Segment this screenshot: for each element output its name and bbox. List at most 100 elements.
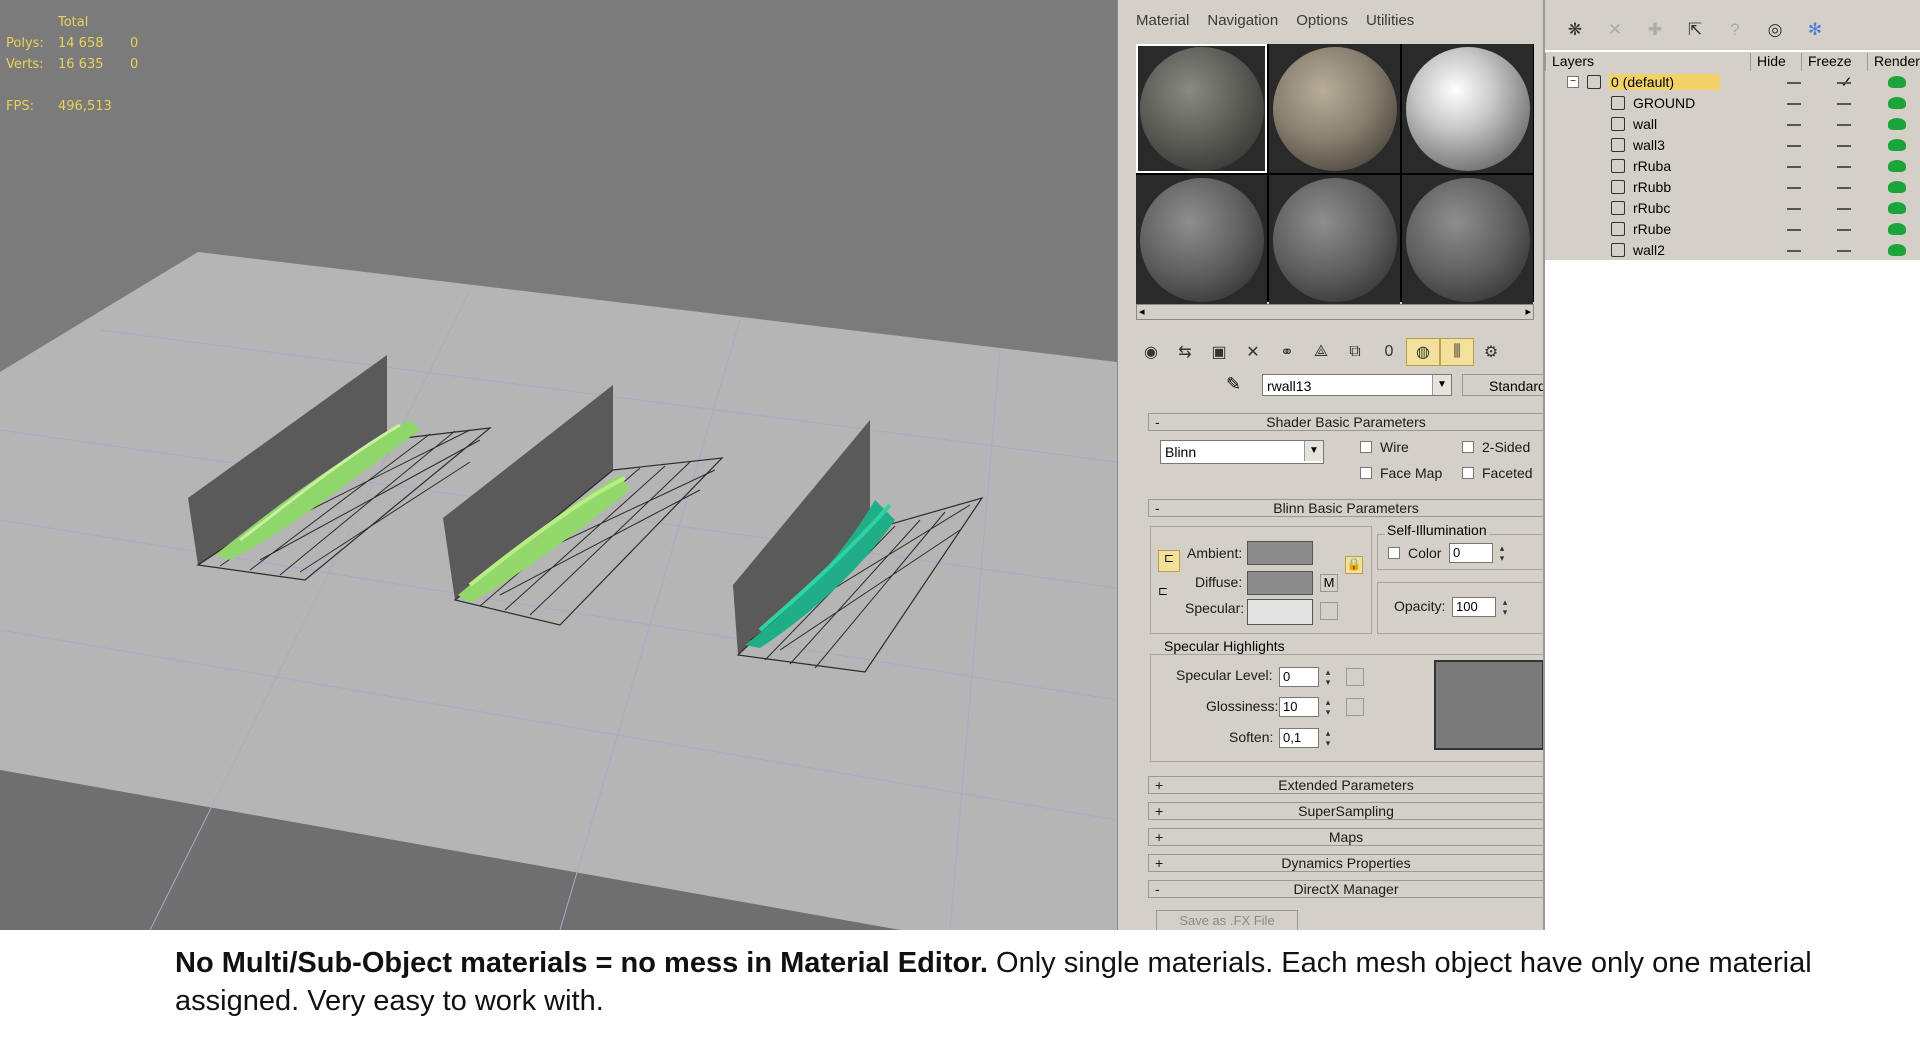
freeze-toggle[interactable]	[1837, 250, 1851, 252]
hide-toggle[interactable]	[1787, 124, 1801, 126]
object-row[interactable]: rRubb	[1545, 177, 1920, 198]
freeze-toggle[interactable]	[1837, 82, 1851, 84]
hide-toggle[interactable]	[1787, 187, 1801, 189]
sample-slot-2[interactable]	[1269, 44, 1400, 173]
render-teapot-icon[interactable]	[1888, 160, 1906, 172]
layer-row-default[interactable]: − 0 (default) ✓	[1545, 72, 1920, 93]
hide-toggle[interactable]	[1787, 103, 1801, 105]
material-name-field[interactable]: rwall13 ▼	[1262, 374, 1452, 396]
faceted-checkbox[interactable]	[1462, 467, 1474, 479]
material-effects-channel-icon[interactable]: ⧉	[1338, 338, 1372, 366]
diffuse-map-button[interactable]: M	[1320, 574, 1338, 592]
ambient-color-swatch[interactable]	[1247, 541, 1313, 565]
soften-spinner[interactable]: 0,1	[1279, 728, 1334, 749]
object-row[interactable]: rRuba	[1545, 156, 1920, 177]
material-editor-titlebar[interactable]	[1118, 0, 1544, 8]
assign-to-selection-icon[interactable]: ▣	[1202, 338, 1236, 366]
freeze-toggle[interactable]	[1837, 124, 1851, 126]
supersampling-rollout[interactable]: + SuperSampling	[1148, 802, 1544, 820]
freeze-toggle[interactable]	[1837, 103, 1851, 105]
object-row[interactable]: GROUND	[1545, 93, 1920, 114]
hide-toggle[interactable]	[1787, 145, 1801, 147]
create-layer-icon[interactable]: ❋	[1555, 10, 1595, 50]
hide-toggle[interactable]	[1787, 166, 1801, 168]
freeze-toggle[interactable]	[1837, 229, 1851, 231]
hide-toggle[interactable]	[1787, 208, 1801, 210]
select-objects-icon[interactable]: ⇱	[1675, 10, 1715, 50]
render-teapot-icon[interactable]	[1888, 139, 1906, 151]
put-to-scene-icon[interactable]: ⇆	[1168, 338, 1202, 366]
lock-icon[interactable]: 🔒	[1345, 556, 1363, 574]
material-type-button[interactable]: Standard	[1462, 374, 1544, 396]
render-teapot-icon[interactable]	[1888, 223, 1906, 235]
perspective-viewport[interactable]: Total Polys: 14 658 0 Verts: 16 635 0 FPS: 49…	[0, 0, 1117, 930]
object-row[interactable]: rRubc	[1545, 198, 1920, 219]
hide-column-header[interactable]: Hide	[1750, 53, 1786, 71]
lock-ambient-diffuse-icon[interactable]: ⊏	[1158, 550, 1180, 572]
help-icon[interactable]: ?	[1715, 10, 1755, 50]
render-teapot-icon[interactable]	[1888, 202, 1906, 214]
get-material-icon[interactable]: ◉	[1134, 338, 1168, 366]
menu-options[interactable]: Options	[1278, 12, 1348, 34]
show-end-result-icon[interactable]: ⫼	[1440, 338, 1474, 366]
self-illum-value-spinner[interactable]: 0	[1449, 543, 1508, 564]
render-teapot-icon[interactable]	[1888, 118, 1906, 130]
layer-manager-titlebar[interactable]	[1545, 0, 1920, 10]
render-column-header[interactable]: Render	[1867, 53, 1920, 71]
extended-parameters-rollout[interactable]: + Extended Parameters	[1148, 776, 1544, 794]
object-row[interactable]: wall3	[1545, 135, 1920, 156]
object-row[interactable]: wall	[1545, 114, 1920, 135]
glossiness-map-button[interactable]	[1346, 698, 1364, 716]
chevron-down-icon[interactable]: ▼	[1432, 375, 1451, 395]
lock-diffuse-specular-icon[interactable]: ⊏	[1158, 584, 1176, 608]
self-illum-color-checkbox[interactable]	[1388, 547, 1400, 559]
specular-map-button[interactable]	[1320, 602, 1338, 620]
specular-level-spinner[interactable]: 0	[1279, 667, 1334, 688]
layers-column-header[interactable]: Layers	[1545, 53, 1732, 71]
scroll-left-icon[interactable]: ◂	[1139, 305, 1145, 318]
slots-horizontal-scrollbar[interactable]: ◂ ▸	[1136, 304, 1534, 320]
opacity-spinner[interactable]: 100	[1452, 597, 1511, 618]
sample-slot-3[interactable]	[1402, 44, 1533, 173]
menu-navigation[interactable]: Navigation	[1189, 12, 1278, 34]
shader-type-dropdown[interactable]: Blinn ▼	[1160, 440, 1324, 464]
hide-toggle[interactable]	[1787, 82, 1801, 84]
render-teapot-icon[interactable]	[1888, 181, 1906, 193]
freeze-all-icon[interactable]: ✻	[1795, 10, 1835, 50]
hide-toggle[interactable]	[1787, 250, 1801, 252]
menu-utilities[interactable]: Utilities	[1348, 12, 1414, 34]
save-fx-file-button[interactable]: Save as .FX File	[1156, 910, 1298, 930]
render-teapot-icon[interactable]	[1888, 97, 1906, 109]
reset-map-icon[interactable]: ✕	[1236, 338, 1270, 366]
show-in-viewport-icon[interactable]: ◍	[1406, 338, 1440, 366]
render-teapot-icon[interactable]	[1888, 76, 1906, 88]
specular-color-swatch[interactable]	[1247, 599, 1313, 625]
object-row[interactable]: rRube	[1545, 219, 1920, 240]
freeze-column-header[interactable]: Freeze	[1801, 53, 1852, 71]
freeze-toggle[interactable]	[1837, 187, 1851, 189]
menu-material[interactable]: Material	[1118, 12, 1189, 34]
material-id-icon[interactable]: 0	[1372, 338, 1406, 366]
render-teapot-icon[interactable]	[1888, 244, 1906, 256]
two-sided-checkbox[interactable]	[1462, 441, 1474, 453]
blinn-basic-rollout[interactable]: - Blinn Basic Parameters	[1148, 499, 1544, 517]
freeze-toggle[interactable]	[1837, 208, 1851, 210]
specular-level-map-button[interactable]	[1346, 668, 1364, 686]
wire-checkbox[interactable]	[1360, 441, 1372, 453]
shader-basic-rollout[interactable]: - Shader Basic Parameters	[1148, 413, 1544, 431]
sample-slot-4[interactable]	[1136, 175, 1267, 304]
collapse-icon[interactable]: −	[1567, 76, 1579, 88]
face-map-checkbox[interactable]	[1360, 467, 1372, 479]
hide-all-icon[interactable]: ◎	[1755, 10, 1795, 50]
glossiness-spinner[interactable]: 10	[1279, 697, 1334, 718]
directx-manager-rollout[interactable]: - DirectX Manager	[1148, 880, 1544, 898]
go-to-parent-icon[interactable]: ⚙	[1474, 338, 1508, 366]
delete-layer-icon[interactable]: ✕	[1595, 10, 1635, 50]
hide-toggle[interactable]	[1787, 229, 1801, 231]
make-unique-icon[interactable]: ⚭	[1270, 338, 1304, 366]
freeze-toggle[interactable]	[1837, 166, 1851, 168]
eyedropper-icon[interactable]: ✎	[1226, 374, 1241, 395]
scroll-right-icon[interactable]: ▸	[1525, 305, 1531, 318]
chevron-down-icon[interactable]: ▼	[1304, 441, 1323, 461]
object-row[interactable]: wall2	[1545, 240, 1920, 261]
